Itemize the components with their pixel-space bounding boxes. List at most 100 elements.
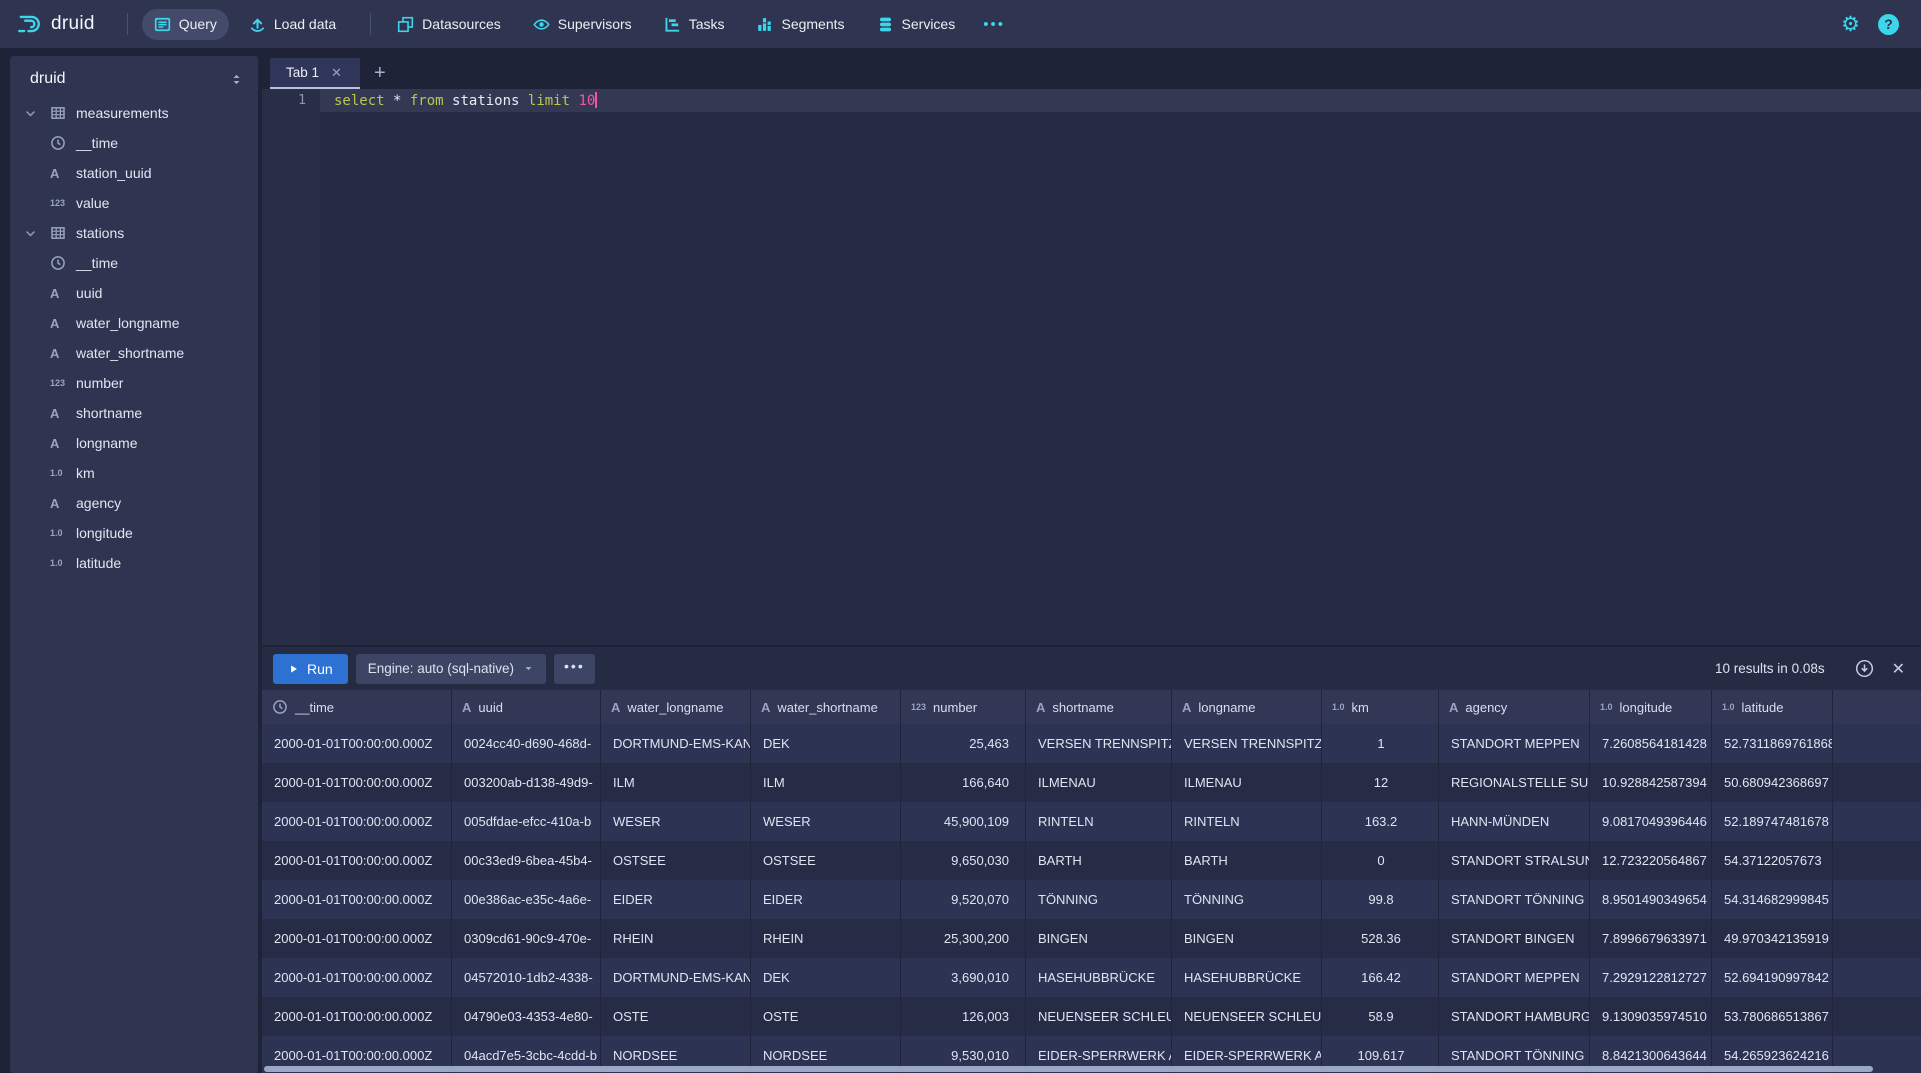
table-cell[interactable]: STANDORT MEPPEN (1439, 958, 1590, 997)
nav-item-query[interactable]: Query (142, 9, 229, 40)
column-header-water_longname[interactable]: Awater_longname (601, 690, 751, 724)
chevron-down-icon[interactable] (10, 107, 50, 120)
run-button[interactable]: Run (273, 654, 348, 684)
table-cell[interactable]: BINGEN (1026, 919, 1172, 958)
nav-item-datasources[interactable]: Datasources (385, 9, 513, 40)
table-cell[interactable] (1833, 724, 1921, 763)
table-cell[interactable]: 9.1309035974510 (1590, 997, 1712, 1036)
table-cell[interactable]: ILM (601, 763, 751, 802)
table-cell[interactable]: NEUENSEER SCHLEUSE (1026, 997, 1172, 1036)
table-cell[interactable]: BINGEN (1172, 919, 1322, 958)
nav-more-button[interactable]: ••• (975, 10, 1013, 39)
table-cell[interactable]: 2000-01-01T00:00:00.000Z (262, 997, 452, 1036)
table-cell[interactable]: HASEHUBBRÜCKE (1026, 958, 1172, 997)
nav-item-services[interactable]: Services (865, 9, 968, 40)
tab-1[interactable]: Tab 1 ✕ (270, 58, 360, 89)
nav-item-tasks[interactable]: Tasks (652, 9, 737, 40)
tree-column-shortname[interactable]: Ashortname (10, 398, 258, 428)
table-cell[interactable]: DEK (751, 958, 901, 997)
table-cell[interactable]: 04572010-1db2-4338- (452, 958, 601, 997)
tree-column-__time[interactable]: __time (10, 128, 258, 158)
table-cell[interactable]: 12 (1322, 763, 1439, 802)
column-header-number[interactable]: 123number (901, 690, 1026, 724)
table-cell[interactable]: BARTH (1172, 841, 1322, 880)
column-header-latitude[interactable]: 1.0latitude (1712, 690, 1833, 724)
table-cell[interactable]: 9.0817049396446 (1590, 802, 1712, 841)
column-header-km[interactable]: 1.0km (1322, 690, 1439, 724)
table-cell[interactable]: NEUENSEER SCHLEUSE (1172, 997, 1322, 1036)
tab-close-icon[interactable]: ✕ (331, 65, 342, 81)
table-cell[interactable]: HANN-MÜNDEN (1439, 802, 1590, 841)
table-cell[interactable]: 0 (1322, 841, 1439, 880)
table-cell[interactable]: OSTSEE (601, 841, 751, 880)
tree-column-number[interactable]: 123number (10, 368, 258, 398)
table-cell[interactable]: 49.970342135919 (1712, 919, 1833, 958)
table-cell[interactable]: 2000-01-01T00:00:00.000Z (262, 919, 452, 958)
table-cell[interactable]: 54.37122057673 (1712, 841, 1833, 880)
table-cell[interactable]: 7.2929122812727 (1590, 958, 1712, 997)
table-cell[interactable]: 0309cd61-90c9-470e- (452, 919, 601, 958)
query-more-button[interactable]: ••• (554, 654, 595, 684)
table-cell[interactable]: 003200ab-d138-49d9- (452, 763, 601, 802)
tree-column-latitude[interactable]: 1.0latitude (10, 548, 258, 578)
table-cell[interactable]: 1 (1322, 724, 1439, 763)
table-cell[interactable]: VERSEN TRENNSPITZE (1172, 724, 1322, 763)
table-cell[interactable]: 58.9 (1322, 997, 1439, 1036)
table-cell[interactable]: DORTMUND-EMS-KANAL (601, 724, 751, 763)
table-cell[interactable]: 00e386ac-e35c-4a6e- (452, 880, 601, 919)
table-cell[interactable]: STANDORT MEPPEN (1439, 724, 1590, 763)
table-cell[interactable] (1833, 841, 1921, 880)
table-cell[interactable] (1833, 763, 1921, 802)
table-cell[interactable]: 2000-01-01T00:00:00.000Z (262, 880, 452, 919)
table-cell[interactable] (1833, 802, 1921, 841)
table-cell[interactable]: 52.7311869761868 (1712, 724, 1833, 763)
tree-table-stations[interactable]: stations (10, 218, 258, 248)
table-cell[interactable]: STANDORT HAMBURG (1439, 997, 1590, 1036)
table-cell[interactable]: 528.36 (1322, 919, 1439, 958)
table-cell[interactable]: 7.8996679633971 (1590, 919, 1712, 958)
table-cell[interactable]: STANDORT STRALSUND (1439, 841, 1590, 880)
tree-column-km[interactable]: 1.0km (10, 458, 258, 488)
table-cell[interactable]: 166,640 (901, 763, 1026, 802)
table-cell[interactable]: ILMENAU (1172, 763, 1322, 802)
column-header-water_shortname[interactable]: Awater_shortname (751, 690, 901, 724)
column-header-longitude[interactable]: 1.0longitude (1590, 690, 1712, 724)
table-cell[interactable]: 0024cc40-d690-468d- (452, 724, 601, 763)
table-cell[interactable]: BARTH (1026, 841, 1172, 880)
table-cell[interactable]: 2000-01-01T00:00:00.000Z (262, 958, 452, 997)
table-cell[interactable]: 8.9501490349654 (1590, 880, 1712, 919)
table-cell[interactable]: 00c33ed9-6bea-45b4- (452, 841, 601, 880)
table-cell[interactable]: 10.928842587394 (1590, 763, 1712, 802)
table-cell[interactable]: 2000-01-01T00:00:00.000Z (262, 841, 452, 880)
table-cell[interactable]: DEK (751, 724, 901, 763)
tree-column-uuid[interactable]: Auuid (10, 278, 258, 308)
double-caret-sort-icon[interactable] (229, 72, 244, 87)
table-cell[interactable]: 126,003 (901, 997, 1026, 1036)
tree-table-measurements[interactable]: measurements (10, 98, 258, 128)
table-cell[interactable]: 9,520,070 (901, 880, 1026, 919)
table-cell[interactable]: 04790e03-4353-4e80- (452, 997, 601, 1036)
druid-brand[interactable]: druid (16, 11, 95, 37)
add-tab-button[interactable]: + (374, 62, 386, 89)
table-cell[interactable]: EIDER (751, 880, 901, 919)
table-cell[interactable]: 25,300,200 (901, 919, 1026, 958)
gear-icon[interactable]: ⚙ (1841, 14, 1860, 35)
table-cell[interactable]: WESER (751, 802, 901, 841)
table-cell[interactable]: EIDER (601, 880, 751, 919)
table-cell[interactable] (1833, 880, 1921, 919)
table-cell[interactable]: 52.694190997842 (1712, 958, 1833, 997)
table-cell[interactable]: 25,463 (901, 724, 1026, 763)
tree-column-longitude[interactable]: 1.0longitude (10, 518, 258, 548)
column-header-agency[interactable]: Aagency (1439, 690, 1590, 724)
table-cell[interactable]: 3,690,010 (901, 958, 1026, 997)
table-cell[interactable]: ILMENAU (1026, 763, 1172, 802)
table-cell[interactable]: 005dfdae-efcc-410a-b (452, 802, 601, 841)
table-cell[interactable] (1833, 958, 1921, 997)
table-cell[interactable]: RINTELN (1026, 802, 1172, 841)
tree-column-longname[interactable]: Alongname (10, 428, 258, 458)
tree-column-station_uuid[interactable]: Astation_uuid (10, 158, 258, 188)
help-icon[interactable]: ? (1878, 14, 1899, 35)
column-header-__time[interactable]: __time (262, 690, 452, 724)
table-cell[interactable]: DORTMUND-EMS-KANAL (601, 958, 751, 997)
engine-select[interactable]: Engine: auto (sql-native) (356, 654, 546, 684)
